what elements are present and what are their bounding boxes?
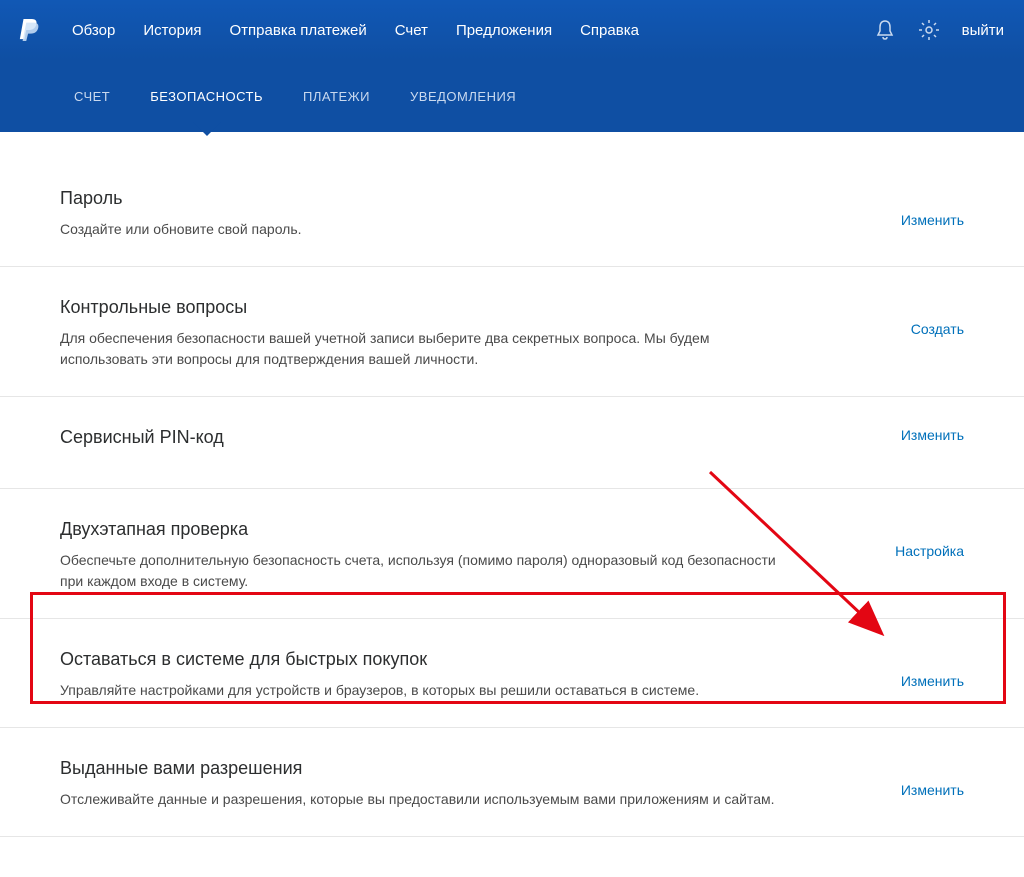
- header-right: выйти: [874, 19, 1004, 41]
- section-two-step-verification: Двухэтапная проверка Обеспечьте дополнит…: [0, 489, 1024, 619]
- two-step-setup-link[interactable]: Настройка: [895, 519, 964, 559]
- nav-account[interactable]: Счет: [395, 22, 428, 39]
- primary-nav: Обзор История Отправка платежей Счет Пре…: [72, 22, 874, 39]
- service-pin-change-link[interactable]: Изменить: [901, 427, 964, 443]
- section-permissions: Выданные вами разрешения Отслеживайте да…: [0, 728, 1024, 837]
- section-title: Оставаться в системе для быстрых покупок: [60, 649, 800, 670]
- section-desc: Создайте или обновите свой пароль.: [60, 219, 800, 240]
- nav-send-payments[interactable]: Отправка платежей: [230, 22, 367, 39]
- section-title: Двухэтапная проверка: [60, 519, 800, 540]
- settings-subnav: СЧЕТ БЕЗОПАСНОСТЬ ПЛАТЕЖИ УВЕДОМЛЕНИЯ: [0, 60, 1024, 132]
- stay-logged-in-change-link[interactable]: Изменить: [901, 649, 964, 689]
- subnav-notifications[interactable]: УВЕДОМЛЕНИЯ: [410, 89, 516, 104]
- section-password: Пароль Создайте или обновите свой пароль…: [0, 132, 1024, 267]
- password-change-link[interactable]: Изменить: [901, 188, 964, 228]
- section-security-questions: Контрольные вопросы Для обеспечения безо…: [0, 267, 1024, 397]
- security-settings-content: Пароль Создайте или обновите свой пароль…: [0, 132, 1024, 877]
- section-desc: Обеспечьте дополнительную безопасность с…: [60, 550, 800, 592]
- subnav-account[interactable]: СЧЕТ: [74, 89, 110, 104]
- nav-overview[interactable]: Обзор: [72, 22, 115, 39]
- logout-link[interactable]: выйти: [962, 22, 1004, 39]
- notifications-icon[interactable]: [874, 19, 896, 41]
- main-header: Обзор История Отправка платежей Счет Пре…: [0, 0, 1024, 60]
- subnav-payments[interactable]: ПЛАТЕЖИ: [303, 89, 370, 104]
- section-title: Выданные вами разрешения: [60, 758, 800, 779]
- section-title: Пароль: [60, 188, 800, 209]
- section-service-pin: Сервисный PIN-код Изменить: [0, 397, 1024, 489]
- security-questions-create-link[interactable]: Создать: [911, 297, 964, 337]
- permissions-change-link[interactable]: Изменить: [901, 758, 964, 798]
- section-title: Контрольные вопросы: [60, 297, 800, 318]
- settings-gear-icon[interactable]: [918, 19, 940, 41]
- nav-help[interactable]: Справка: [580, 22, 639, 39]
- section-desc: Управляйте настройками для устройств и б…: [60, 680, 800, 701]
- section-title: Сервисный PIN-код: [60, 427, 800, 448]
- section-stay-logged-in: Оставаться в системе для быстрых покупок…: [0, 619, 1024, 728]
- section-desc: Для обеспечения безопасности вашей учетн…: [60, 328, 800, 370]
- paypal-logo-icon[interactable]: [18, 17, 40, 43]
- section-desc: Отслеживайте данные и разрешения, которы…: [60, 789, 800, 810]
- nav-history[interactable]: История: [143, 22, 201, 39]
- subnav-security[interactable]: БЕЗОПАСНОСТЬ: [150, 89, 263, 104]
- nav-offers[interactable]: Предложения: [456, 22, 552, 39]
